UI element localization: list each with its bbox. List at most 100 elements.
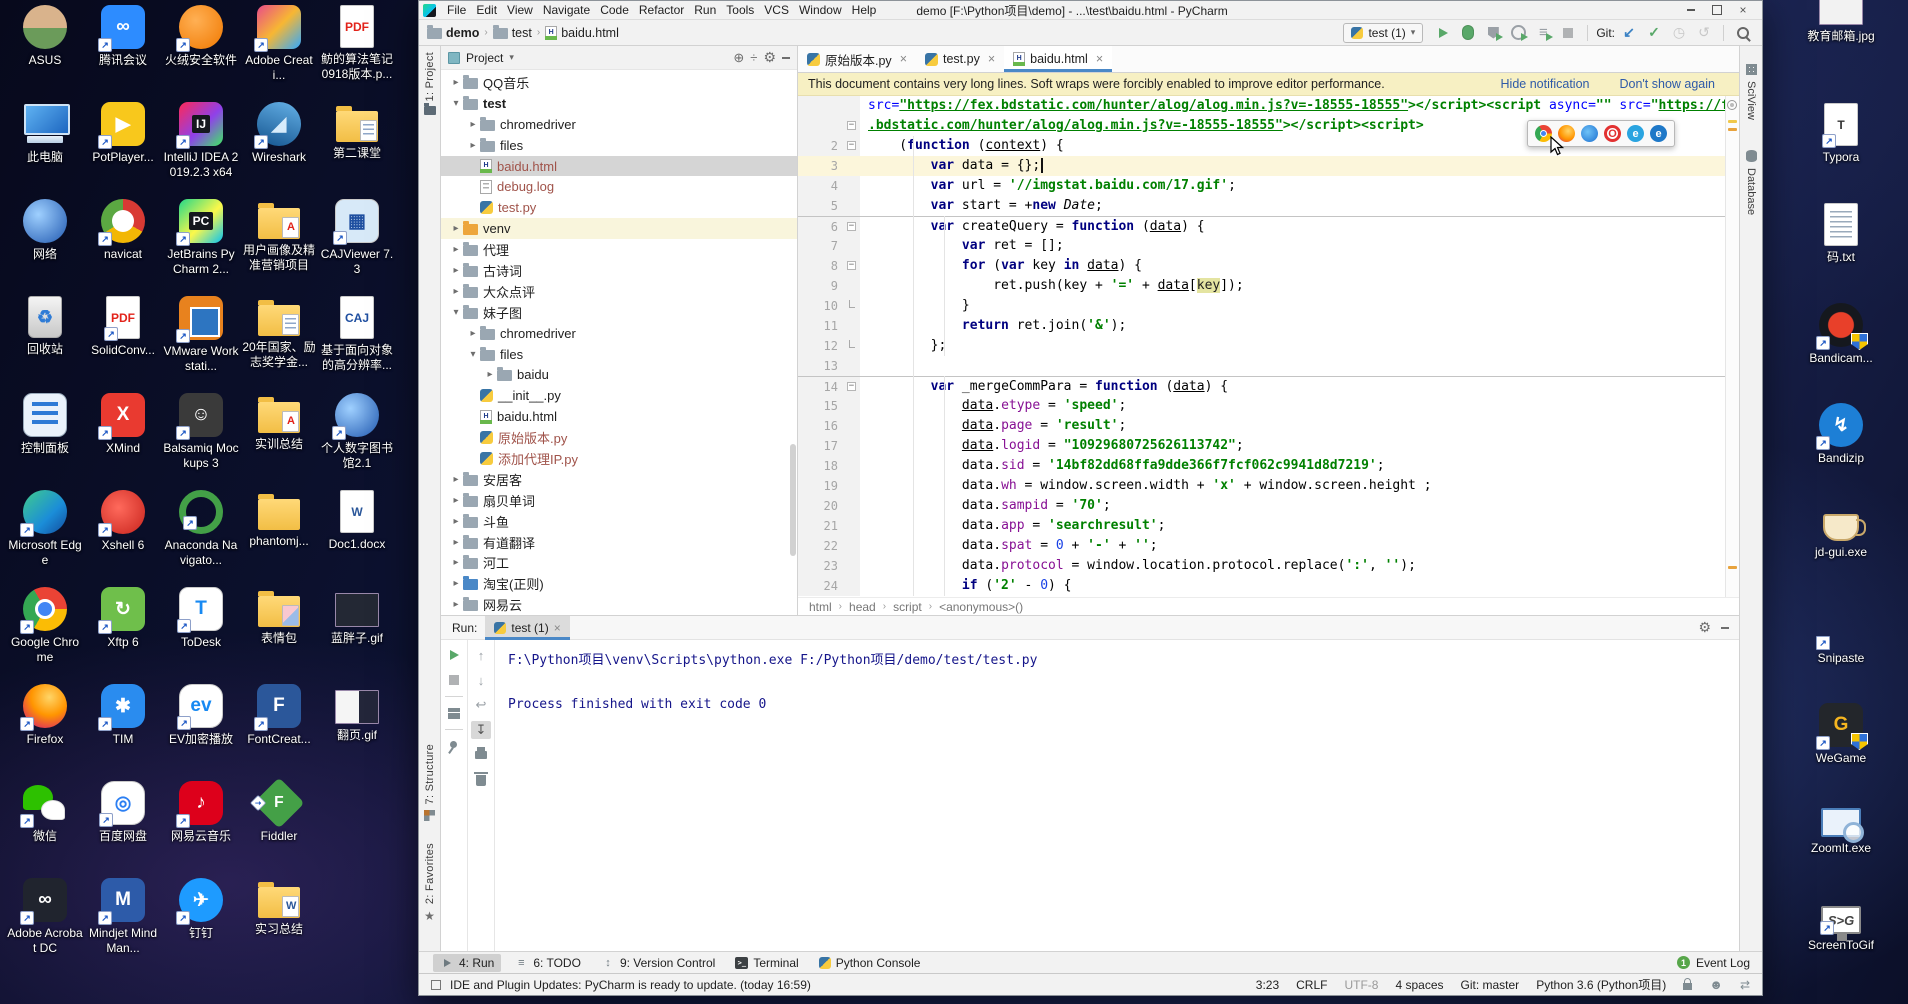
desktop-icon-caj-paper[interactable]: CAJ 基于面向对象的高分辨率... [319, 293, 395, 390]
code-line[interactable]: 14− var _mergeCommPara = function (data)… [798, 376, 1725, 396]
menu-refactor[interactable]: Refactor [634, 2, 689, 18]
hide-panel-icon[interactable] [1721, 627, 1729, 629]
tree-item[interactable]: ▸ 有道翻译 [441, 532, 797, 553]
debug-button[interactable] [1457, 23, 1479, 43]
menu-run[interactable]: Run [689, 2, 721, 18]
desktop-icon-bandizip[interactable]: ↯Bandizip [1816, 400, 1864, 500]
desktop-icon-training-summary-folder[interactable]: 实训总结 [255, 390, 303, 487]
chevron-right-icon[interactable]: ▸ [466, 328, 480, 339]
close-icon[interactable]: × [988, 52, 995, 66]
close-icon[interactable]: × [554, 621, 561, 635]
close-button[interactable]: × [1730, 2, 1756, 18]
desktop-icon-mindjet-mindmanager[interactable]: MMindjet MindMan... [85, 875, 161, 972]
desktop-icon-tim[interactable]: ✱TIM [98, 681, 145, 778]
desktop-icon-adobe-creative[interactable]: Adobe Creati... [241, 2, 317, 99]
tree-item[interactable]: ▾ test [441, 93, 797, 114]
fold-end-icon[interactable] [849, 300, 855, 308]
hide-notification-link[interactable]: Hide notification [1501, 77, 1590, 91]
desktop-icon-digital-library[interactable]: 个人数字图书馆2.1 [319, 390, 395, 487]
menu-tools[interactable]: Tools [721, 2, 759, 18]
code-line[interactable]: src="https://fex.bdstatic.com/hunter/alo… [798, 96, 1725, 116]
tree-item[interactable]: debug.log [441, 176, 797, 197]
desktop-icon-typora[interactable]: T Typora [1822, 100, 1859, 200]
gear-icon[interactable]: ⚙ [1698, 619, 1711, 636]
desktop-icon-solidconverter[interactable]: PDF SolidConv... [91, 293, 155, 390]
sync-icon[interactable]: ⇄ [1740, 978, 1750, 992]
fold-gutter[interactable]: − [844, 217, 860, 236]
chevron-right-icon[interactable]: ▸ [483, 369, 497, 380]
menu-vcs[interactable]: VCS [759, 2, 794, 18]
tree-item[interactable]: __init__.py [441, 385, 797, 406]
desktop-icon-zoomit[interactable]: ZoomIt.exe [1811, 800, 1871, 900]
toolwindow-button-run[interactable]: 4: Run [433, 953, 502, 972]
desktop-icon-baidu-netdisk[interactable]: ◎ 百度网盘 [98, 778, 147, 875]
desktop-icon-tencent-meeting[interactable]: ∞腾讯会议 [97, 2, 147, 99]
desktop-icon-microsoft-edge[interactable]: Microsoft Edge [7, 487, 83, 584]
editor-error-stripe[interactable] [1725, 96, 1739, 597]
tab-testpy[interactable]: test.py × [916, 46, 1004, 72]
code-line[interactable]: 20 data.sampid = '70'; [798, 496, 1725, 516]
lock-icon[interactable] [1683, 978, 1693, 990]
desktop-icon-snipaste[interactable]: Snipaste [1815, 600, 1864, 700]
code-line[interactable]: 18 data.sid = '14bf82dd68ffa9dde366f7fcf… [798, 456, 1725, 476]
chevron-right-icon[interactable]: ▸ [449, 495, 463, 506]
tool-window-switcher-icon[interactable] [431, 979, 441, 990]
desktop-icon-intellij-idea[interactable]: IJIntelliJ IDEA 2019.2.3 x64 [163, 99, 239, 196]
tree-item[interactable]: ▸ 扇贝单词 [441, 490, 797, 511]
down-stack-trace-icon[interactable]: ↓ [471, 671, 491, 689]
desktop-icon-screentogif[interactable]: S>GScreenToGif [1808, 900, 1874, 1000]
toolwindow-button-vcs[interactable]: ↕ 9: Version Control [594, 954, 722, 972]
run-configuration-select[interactable]: test (1) ▾ [1343, 22, 1424, 43]
code-line[interactable]: 22 data.spat = 0 + '-' + ''; [798, 536, 1725, 556]
code-line[interactable]: 4 var url = '//imgstat.baidu.com/17.gif'… [798, 176, 1725, 196]
fold-end-icon[interactable] [849, 340, 855, 348]
project-tree-scrollbar[interactable] [790, 444, 796, 556]
code-line[interactable]: 17 data.logid = "10929680725626113742"; [798, 436, 1725, 456]
menu-window[interactable]: Window [794, 2, 847, 18]
desktop-icon-xmind[interactable]: XXMind [98, 390, 145, 487]
desktop-icon-fontcreator[interactable]: FFontCreat... [247, 681, 311, 778]
editor-breadcrumb-item[interactable]: <anonymous>() [939, 600, 1023, 614]
clear-console-icon[interactable] [471, 771, 491, 789]
search-everywhere-icon[interactable] [1732, 23, 1754, 43]
menu-navigate[interactable]: Navigate [538, 2, 595, 18]
breadcrumb-test[interactable]: test [492, 25, 532, 40]
tree-item[interactable]: baidu.html [441, 155, 797, 177]
desktop-icon-fiddler[interactable]: FFiddler [250, 777, 305, 875]
menu-view[interactable]: View [502, 2, 538, 18]
toolwindow-button-python[interactable]: Python Console [812, 954, 928, 972]
status-item[interactable]: Python 3.6 (Python项目) [1536, 976, 1666, 993]
desktop-icon-second-classroom-folder[interactable]: 第二课堂 [333, 99, 381, 196]
tree-item[interactable]: ▸ chromedriver [441, 323, 797, 344]
toolwindow-button-database[interactable]: Database [1745, 149, 1757, 215]
code-line[interactable]: 10 } [798, 296, 1725, 316]
scroll-to-end-icon[interactable]: ↧ [471, 721, 491, 739]
git-rollback-icon[interactable]: ↺ [1693, 23, 1715, 43]
stop-process-button[interactable] [444, 671, 464, 689]
chevron-right-icon[interactable]: ▸ [449, 516, 463, 527]
close-icon[interactable]: × [1096, 52, 1103, 66]
fold-marker-icon[interactable]: − [847, 261, 856, 270]
fold-gutter[interactable]: − [844, 136, 860, 156]
desktop-icon-emoji-folder[interactable]: 表情包 [258, 584, 300, 681]
desktop-icon-xshell[interactable]: Xshell 6 [98, 487, 145, 584]
up-stack-trace-icon[interactable]: ↑ [471, 646, 491, 664]
git-update-icon[interactable]: ↙ [1618, 23, 1640, 43]
tree-item[interactable]: ▾ 妹子图 [441, 302, 797, 323]
desktop-icon-phantomjs-folder[interactable]: phantomj... [249, 487, 309, 584]
chevron-right-icon[interactable]: ▸ [466, 119, 480, 130]
chevron-right-icon[interactable]: ▸ [449, 578, 463, 589]
desktop-icon-ev-player[interactable]: ev EV加密播放 [169, 681, 233, 778]
print-icon[interactable] [471, 746, 491, 764]
stop-button[interactable] [1557, 23, 1579, 43]
code-line[interactable]: 15 data.etype = 'speed'; [798, 396, 1725, 416]
tab-baiduhtml[interactable]: baidu.html × [1004, 46, 1113, 72]
code-line[interactable]: 7 var ret = []; [798, 236, 1725, 256]
editor-breadcrumb-item[interactable]: head [849, 600, 876, 614]
desktop-icon-user-profile-project-folder[interactable]: 用户画像及精准营销项目 [241, 196, 317, 293]
hide-panel-icon[interactable] [782, 57, 790, 59]
code-line[interactable]: 19 data.wh = window.screen.width + 'x' +… [798, 476, 1725, 496]
status-item[interactable]: UTF-8 [1344, 978, 1378, 992]
desktop-icon-ma-txt[interactable]: 码.txt [1824, 200, 1858, 300]
desktop-icon-huorong-security[interactable]: 火绒安全软件 [165, 2, 237, 99]
